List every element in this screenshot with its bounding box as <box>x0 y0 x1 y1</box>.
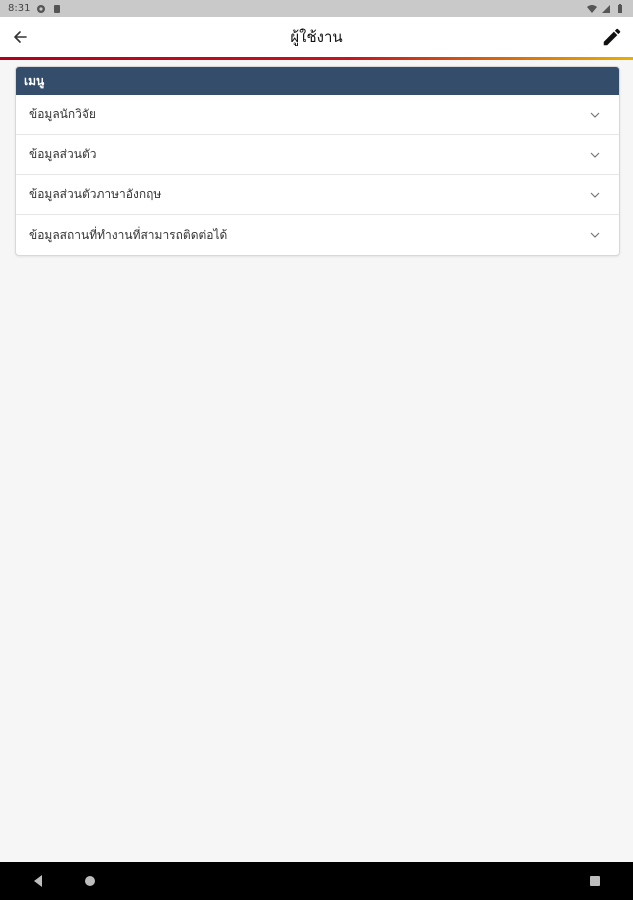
app-bar: ผู้ใช้งาน <box>0 17 633 57</box>
menu-item-label: ข้อมูลสถานที่ทำงานที่สามารถติดต่อได้ <box>29 227 228 242</box>
sim-card-icon <box>54 4 61 13</box>
pencil-icon[interactable] <box>601 26 623 48</box>
page-title: ผู้ใช้งาน <box>290 28 343 46</box>
menu-item-label: ข้อมูลนักวิจัย <box>29 107 96 121</box>
chevron-down-icon <box>590 152 600 158</box>
settings-gear-icon <box>37 4 46 13</box>
menu-item-personal-info[interactable]: ข้อมูลส่วนตัว <box>16 135 619 175</box>
signal-icon <box>602 4 610 13</box>
menu-item-label: ข้อมูลส่วนตัว <box>29 147 97 161</box>
recents-square-icon[interactable] <box>587 873 603 889</box>
chevron-down-icon <box>590 112 600 118</box>
chevron-down-icon <box>590 192 600 198</box>
system-nav-bar <box>0 862 633 900</box>
battery-icon <box>618 3 622 13</box>
status-time: 8:31 <box>8 3 31 14</box>
menu-item-workplace-contact[interactable]: ข้อมูลสถานที่ทำงานที่สามารถติดต่อได้ <box>16 215 619 255</box>
back-triangle-icon[interactable] <box>30 873 46 889</box>
menu-item-personal-info-english[interactable]: ข้อมูลส่วนตัวภาษาอังกฤษ <box>16 175 619 215</box>
menu-item-label: ข้อมูลส่วนตัวภาษาอังกฤษ <box>29 187 162 201</box>
chevron-down-icon <box>590 232 600 238</box>
accent-divider <box>0 57 633 60</box>
menu-card: เมนู ข้อมูลนักวิจัย ข้อมูลส่วนตัว ข้อมูล… <box>15 66 620 256</box>
status-bar: 8:31 <box>0 0 633 17</box>
menu-item-researcher-info[interactable]: ข้อมูลนักวิจัย <box>16 95 619 135</box>
menu-header: เมนู <box>16 67 619 95</box>
wifi-icon <box>587 4 597 13</box>
arrow-back-icon[interactable] <box>10 27 30 47</box>
status-left: 8:31 <box>8 3 62 14</box>
status-right <box>587 3 625 14</box>
home-circle-icon[interactable] <box>82 873 98 889</box>
